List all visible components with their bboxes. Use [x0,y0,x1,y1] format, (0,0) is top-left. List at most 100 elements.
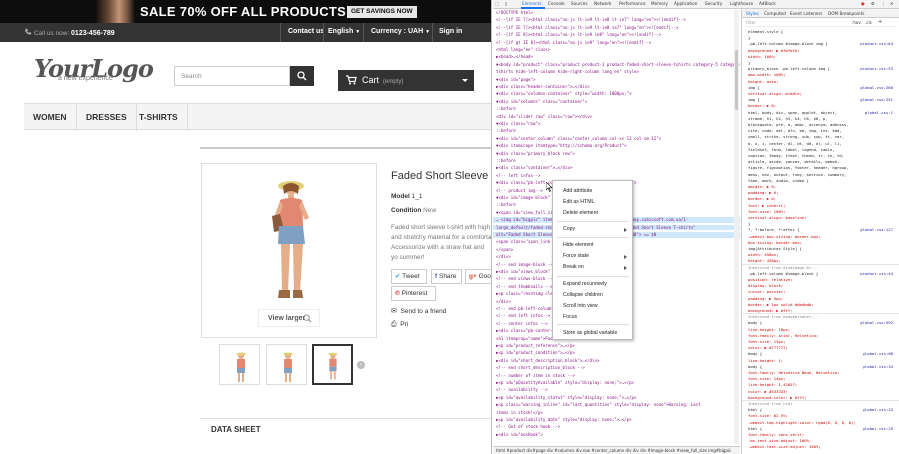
style-rule-line[interactable]: max-width: 100%; [748,72,898,77]
dom-node-line[interactable]: ▶<div id="oosHook"> [493,432,740,438]
style-source-link[interactable]: global.css:1 [865,110,893,115]
site-logo[interactable]: YourLogo a new experience [34,54,154,86]
style-rule-line[interactable]: margin: ▶ 0; [748,184,898,189]
dom-node-line[interactable]: tshirts hide-left-column hide-right-colu… [493,69,740,75]
elements-scrollbar[interactable] [734,10,739,444]
style-rule-line[interactable]: font-family: Arial, Helvetica; [748,333,898,338]
scrollbar-thumb[interactable] [735,50,738,110]
style-rule-line[interactable]: article, aside, canvas, details, embed, [748,159,898,164]
style-rule-line[interactable]: -webkit-box-sizing: border-box; [748,234,898,239]
search-input[interactable]: Search [174,66,290,86]
styles-filter-input[interactable]: Filter [746,20,756,25]
style-source-link[interactable]: global.css:251 [860,97,893,102]
style-source-link[interactable]: product.css:64 [860,41,893,46]
style-rule-line[interactable]: } [748,221,898,226]
style-rule-line[interactable]: position: relative; [748,277,898,282]
facebook-share-button[interactable]: f Share [431,269,462,284]
more-options-icon[interactable]: ⋮ [881,1,885,6]
dom-breadcrumb[interactable]: html #product div#page div #columns div.… [493,446,740,454]
promo-banner[interactable]: SALE 70% OFF ALL PRODUCTS GET SAVINGS NO… [0,0,491,23]
print-link[interactable]: ⎙ Pri [391,321,408,329]
menu-delete-element[interactable]: Delete element [563,210,598,216]
style-rule-line[interactable]: height: auto; [748,79,898,84]
dom-node-line[interactable]: ▶<p id="product_reference">…</p> [493,343,740,349]
style-source-link[interactable]: global.css:60 [863,351,893,356]
style-rule-line[interactable]: font-size: 100%; [748,209,898,214]
menu-add-attribute[interactable]: Add attribute [563,188,592,194]
product-thumbnail-3[interactable] [312,344,353,385]
dom-node-line[interactable]: <!DOCTYPE html> [493,10,740,16]
menu-item-dresses[interactable]: DRESSES [77,104,137,131]
tab-network[interactable]: Network [594,1,611,6]
style-source-link[interactable]: global.css:34 [863,364,893,369]
hov-toggle[interactable]: :hov [852,20,861,25]
banner-cta-button[interactable]: GET SAVINGS NOW [347,6,417,18]
style-rule-line[interactable]: font: ▶ inherit; [748,203,898,208]
menu-expand-recursively[interactable]: Expand recursively [563,281,607,287]
style-rule-line[interactable]: font-family: sans-serif; [748,432,898,437]
style-rule-line[interactable]: font-family: Helvetica Neue, Helvetica; [748,370,898,375]
style-rule-line[interactable]: box-sizing: border-box; [748,240,898,245]
dom-node-line[interactable]: ▼<div id="columns" class="container"> [493,99,740,105]
style-rule-line[interactable]: -webkit-tap-highlight-color: rgba(0, 0, … [748,420,898,425]
style-rule-line[interactable]: cite, code, del, dfn, em, img, ins, kbd, [748,128,898,133]
dom-node-line[interactable]: ▶<head>…</head> [493,54,740,60]
menu-force-state[interactable]: Force state [563,253,589,259]
style-rule-line[interactable]: figure, figcaption, footer, header, hgro… [748,165,898,170]
tab-styles[interactable]: Styles [746,11,759,16]
dom-node-line[interactable]: ::before [493,106,740,112]
dom-node-line[interactable]: <!-- end short_description_block --> [493,365,740,371]
style-rule-line[interactable]: iframe, h1, h2, h3, h4, h5, h6, p, [748,116,898,121]
menu-copy[interactable]: Copy [563,226,575,232]
product-thumbnail-1[interactable] [219,344,260,385]
error-badge-icon[interactable]: ● [861,1,865,6]
style-rule-line[interactable]: color: ▶ #777777; [748,345,898,350]
dom-node-line[interactable]: items in stock!</p> [493,410,740,416]
tab-computed[interactable]: Computed [764,11,786,16]
style-rule-line[interactable]: } [748,60,898,65]
cls-toggle[interactable]: .cls [865,20,872,25]
style-rule-line[interactable]: b, u, i, center, dl, dt, dd, ol, ul, li, [748,141,898,146]
style-source-link[interactable]: global.css:127 [860,227,893,232]
style-rule-line[interactable]: padding: ▶ 0; [748,190,898,195]
dom-node-line[interactable]: ▶<p id="availability_date" style="displa… [493,417,740,423]
menu-hide-element[interactable]: Hide element [563,242,594,248]
style-rule-line[interactable]: vertical-align: baseline; [748,215,898,220]
style-source-link[interactable]: global.css:260 [860,85,893,90]
close-icon[interactable]: ✕ [890,1,894,6]
dom-node-line[interactable]: <div id="slider_row" class="row"></div> [493,114,740,120]
menu-break-on[interactable]: Break on [563,264,584,270]
language-select[interactable]: English ▼ [328,28,360,35]
style-rule-line[interactable]: padding: ▶ 5px; [748,296,898,301]
dom-node-line[interactable]: ▶<div class="container">…</div> [493,165,740,171]
menu-item-women[interactable]: WOMEN [24,104,77,131]
dom-node-line[interactable]: <!-- left infos--> [493,173,740,179]
dom-node-line[interactable]: <!-- availability --> [493,387,740,393]
google-plus-button[interactable]: g+ Goo [465,269,491,284]
style-rule-line[interactable]: vertical-align: middle; [748,91,898,96]
menu-focus[interactable]: Focus [563,314,577,320]
style-rule-line[interactable]: width: 100%; [748,54,898,59]
style-rule-line[interactable]: fieldset, form, label, legend, table, [748,147,898,152]
dom-node-line[interactable]: ▶<p id="availability_statut" style="disp… [493,395,740,401]
style-rule-line[interactable]: color: ▶ #333333; [748,389,898,394]
menu-edit-as-html[interactable]: Edit as HTML [563,199,594,205]
menu-store-as-global[interactable]: Store as global variable [563,330,617,336]
dom-node-line[interactable]: ▼<div class="columns-container" style="w… [493,91,740,97]
style-source-link[interactable]: product.css:53 [860,66,893,71]
style-rule-line[interactable]: menu, nav, output, ruby, section, summar… [748,172,898,177]
style-source-link[interactable]: global.css:23 [863,407,893,412]
styles-filter-bar[interactable]: Filter :hov .cls + [746,19,896,27]
tab-elements[interactable]: Elements [522,1,542,6]
dom-node-line[interactable]: <!--[if gt IE 8]><html class="no-js ie9"… [493,40,740,46]
dom-node-line[interactable]: ::before [493,128,740,134]
dom-node-line[interactable]: ▼<div itemscope itemtype="http://schema.… [493,143,740,149]
tweet-button[interactable]: ✔ Tweet [391,269,427,284]
style-rule-line[interactable]: -ms-text-size-adjust: 100%; [748,438,898,443]
dom-node-line[interactable]: <!-- number of item in stock --> [493,373,740,379]
thumbnail-next-icon[interactable]: › [357,361,365,369]
menu-collapse-children[interactable]: Collapse children [563,292,603,298]
dom-node-line[interactable]: <!--[if IE 8]><html class="no-js lt-ie9 … [493,32,740,38]
tab-dom-breakpoints[interactable]: DOM Breakpoints [828,11,864,16]
tab-sources[interactable]: Sources [571,1,588,6]
